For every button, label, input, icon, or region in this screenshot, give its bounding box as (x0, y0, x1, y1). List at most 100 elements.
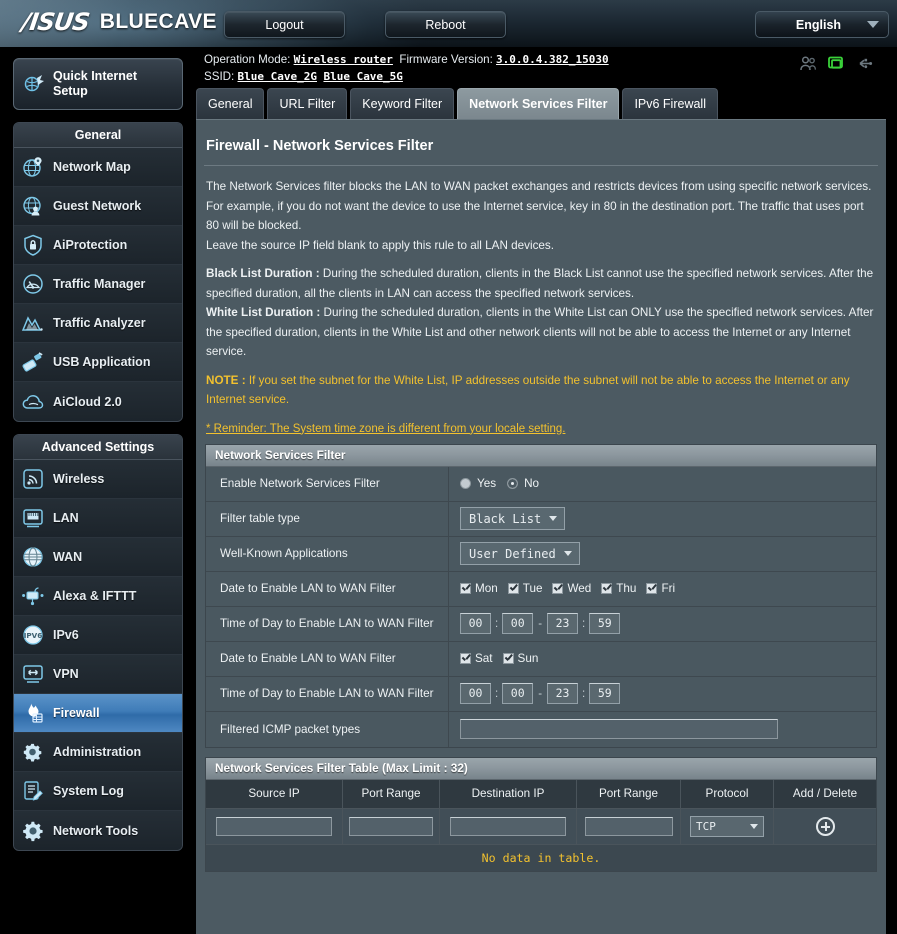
sidebar-item-vpn[interactable]: VPN (14, 655, 182, 694)
language-selector[interactable]: English (755, 11, 889, 38)
title-divider (204, 165, 878, 166)
tab-network-services-filter[interactable]: Network Services Filter (457, 88, 620, 119)
timezone-reminder-link[interactable]: * Reminder: The System time zone is diff… (206, 423, 876, 435)
sidebar-item-alexa-ifttt[interactable]: Alexa & IFTTT (14, 577, 182, 616)
sidebar-item-label: System Log (53, 784, 124, 798)
reboot-button[interactable]: Reboot (385, 11, 506, 38)
radio-icon (460, 478, 471, 489)
add-icon[interactable] (815, 816, 835, 836)
checkbox-sun[interactable]: Sun (502, 652, 539, 665)
sidebar-item-firewall[interactable]: Firewall (14, 694, 182, 733)
column-header-source-port-range: Port Range (343, 779, 440, 808)
source-port-range-input[interactable] (349, 816, 433, 836)
checkbox-label: Sun (517, 652, 539, 665)
tab-general[interactable]: General (196, 88, 265, 119)
row-value: Yes No (449, 467, 876, 501)
display-icon[interactable] (828, 56, 845, 71)
radio-enable-no[interactable]: No (507, 477, 539, 490)
weekday-end-minute-input[interactable]: 59 (589, 613, 621, 634)
ssid-2g-value[interactable]: Blue Cave_2G (238, 70, 317, 83)
protocol-select[interactable]: TCP (690, 815, 764, 837)
sidebar-item-usb-application[interactable]: USB Application (14, 343, 182, 382)
weekday-end-hour-input[interactable]: 23 (547, 613, 579, 634)
row-label: Date to Enable LAN to WAN Filter (206, 571, 449, 606)
sidebar-item-network-map[interactable]: Network Map (14, 148, 182, 187)
sidebar-item-lan[interactable]: LAN (14, 499, 182, 538)
sidebar-item-aicloud[interactable]: AiCloud 2.0 (14, 382, 182, 421)
logout-button[interactable]: Logout (224, 11, 345, 38)
globe-icon (21, 545, 45, 569)
usb-icon[interactable] (856, 56, 873, 71)
sidebar-item-system-log[interactable]: System Log (14, 772, 182, 811)
firmware-value[interactable]: 3.0.0.4.382_15030 (496, 53, 609, 66)
checkbox-mon[interactable]: Mon (460, 582, 498, 595)
weekday-start-minute-input[interactable]: 00 (502, 613, 534, 634)
checkbox-fri[interactable]: Fri (646, 582, 675, 595)
weekend-start-minute-input[interactable]: 00 (502, 683, 534, 704)
checkbox-icon (646, 583, 658, 594)
quick-setup-icon (22, 72, 46, 96)
ssid-5g-value[interactable]: Blue Cave_5G (323, 70, 402, 83)
checkbox-label: Sat (475, 652, 493, 665)
radio-enable-yes[interactable]: Yes (460, 477, 496, 490)
operation-mode-value[interactable]: Wireless router (294, 53, 393, 66)
firewall-tab-bar: General URL Filter Keyword Filter Networ… (196, 88, 721, 119)
destination-port-range-input[interactable] (584, 816, 673, 836)
sidebar-item-network-tools[interactable]: Network Tools (14, 811, 182, 850)
ipv6-globe-icon: IPV6 (21, 623, 45, 647)
time-colon: : (582, 687, 586, 700)
brand-logo[interactable]: /ISUS BLUECAVE (20, 8, 217, 36)
language-label: English (795, 17, 842, 32)
gauge-icon (21, 272, 45, 296)
checkbox-tue[interactable]: Tue (507, 582, 542, 595)
column-header-protocol: Protocol (681, 779, 774, 808)
tab-keyword-filter[interactable]: Keyword Filter (350, 88, 455, 119)
page-description: The Network Services filter blocks the L… (206, 177, 876, 410)
time-colon: : (495, 617, 499, 630)
sidebar-item-label: Alexa & IFTTT (53, 589, 137, 603)
router-admin-page: /ISUS BLUECAVE Logout Reboot English Ope… (0, 0, 897, 934)
cell-destination-port-range (577, 808, 681, 844)
row-label: Time of Day to Enable LAN to WAN Filter (206, 606, 449, 641)
clients-icon[interactable] (800, 56, 817, 71)
row-well-known-applications: Well-Known Applications User Defined (206, 536, 876, 572)
sidebar-group-general: General Network Map Guest Network AiProt… (13, 122, 183, 422)
sidebar-item-label: WAN (53, 550, 83, 564)
shield-lock-icon (21, 233, 45, 257)
firewall-flame-icon (21, 701, 45, 725)
well-known-applications-select[interactable]: User Defined (460, 542, 580, 565)
radio-icon-selected (507, 478, 519, 489)
sidebar-item-wireless[interactable]: Wireless (14, 460, 182, 499)
device-info-strip: Operation Mode: Wireless router Firmware… (196, 47, 897, 88)
checkbox-wed[interactable]: Wed (552, 582, 591, 595)
weekend-end-hour-input[interactable]: 23 (547, 683, 579, 704)
filter-table-type-select[interactable]: Black List (460, 507, 566, 530)
main-content-panel: Firewall - Network Services Filter The N… (196, 119, 886, 934)
chevron-down-icon (549, 516, 558, 521)
checkbox-thu[interactable]: Thu (601, 582, 636, 595)
weekday-start-hour-input[interactable]: 00 (460, 613, 491, 634)
sidebar-item-traffic-analyzer[interactable]: Traffic Analyzer (14, 304, 182, 343)
sidebar: Quick Internet Setup General Network Map (0, 47, 196, 934)
source-ip-input[interactable] (216, 816, 332, 836)
sidebar-item-wan[interactable]: WAN (14, 538, 182, 577)
sidebar-item-label: Firewall (53, 706, 100, 720)
chart-peaks-icon (21, 311, 45, 335)
sidebar-item-ipv6[interactable]: IPV6 IPv6 (14, 616, 182, 655)
checkbox-icon (507, 583, 519, 594)
top-banner: /ISUS BLUECAVE Logout Reboot English (0, 0, 897, 47)
lan-port-icon (21, 506, 45, 530)
checkbox-sat[interactable]: Sat (460, 652, 493, 665)
tab-ipv6-firewall[interactable]: IPv6 Firewall (622, 88, 718, 119)
sidebar-item-aiprotection[interactable]: AiProtection (14, 226, 182, 265)
sidebar-item-administration[interactable]: Administration (14, 733, 182, 772)
filtered-icmp-input[interactable] (460, 719, 778, 739)
sidebar-item-guest-network[interactable]: Guest Network (14, 187, 182, 226)
tab-url-filter[interactable]: URL Filter (267, 88, 348, 119)
weekend-start-hour-input[interactable]: 00 (460, 683, 491, 704)
destination-ip-input[interactable] (450, 816, 566, 836)
quick-internet-setup-button[interactable]: Quick Internet Setup (13, 58, 183, 110)
weekend-end-minute-input[interactable]: 59 (589, 683, 621, 704)
sidebar-item-traffic-manager[interactable]: Traffic Manager (14, 265, 182, 304)
guest-network-icon (21, 194, 45, 218)
